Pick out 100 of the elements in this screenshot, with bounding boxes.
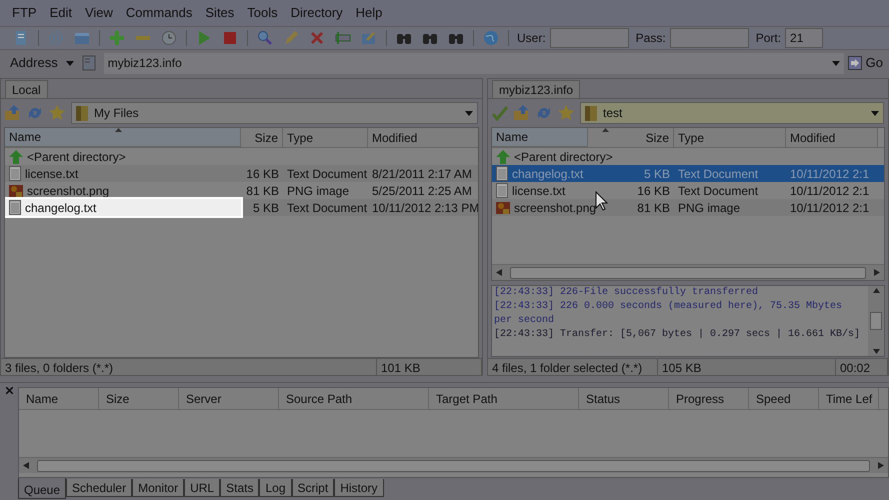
clock-icon[interactable] xyxy=(161,30,177,46)
server-icon xyxy=(82,55,96,71)
file-row[interactable]: <Parent directory> xyxy=(492,148,884,165)
dropdown-arrow-icon[interactable] xyxy=(871,110,879,116)
plus-icon[interactable] xyxy=(109,30,125,46)
file-row[interactable]: screenshot.png 81 KB PNG image 10/11/2012 2:1 xyxy=(492,199,884,216)
column-header[interactable]: Target Path xyxy=(429,388,579,409)
file-size: 81 KB xyxy=(246,182,279,200)
dropdown-arrow-icon[interactable] xyxy=(66,60,74,66)
scroll-left-icon[interactable] xyxy=(23,462,29,469)
user-field[interactable] xyxy=(550,28,629,48)
column-header[interactable]: Type xyxy=(674,128,786,147)
file-type: Text Document xyxy=(286,166,368,182)
scroll-thumb[interactable] xyxy=(37,460,870,472)
file-row[interactable]: changelog.txt 5 KB Text Document 10/11/2012 2:1 xyxy=(492,165,884,182)
globe-icon[interactable] xyxy=(483,30,499,46)
log-line: [22:43:33] Transfer: [5,067 bytes | 0.297 secs | 16.661 KB/s] xyxy=(494,328,862,342)
file-type: Text Document xyxy=(677,166,760,182)
folder-up-icon[interactable] xyxy=(5,105,21,121)
folder-edit-icon[interactable] xyxy=(361,30,377,46)
bottom-tab[interactable]: History xyxy=(334,479,384,497)
delete-icon[interactable] xyxy=(309,30,325,46)
dropdown-arrow-icon[interactable] xyxy=(832,60,840,66)
file-row[interactable]: license.txt 16 KB Text Document 10/11/2012 2:1 xyxy=(492,182,884,199)
file-name: <Parent directory> xyxy=(27,148,126,166)
address-field[interactable]: mybiz123.info xyxy=(104,52,844,74)
file-row[interactable]: license.txt 16 KB Text Document 8/21/2011 2:17 AM xyxy=(5,165,478,182)
column-header[interactable]: Modified xyxy=(368,128,478,147)
scroll-down-icon[interactable] xyxy=(872,349,880,354)
file-row[interactable]: screenshot.png 81 KB PNG image 5/25/2011 2:25 AM xyxy=(5,182,478,199)
bottom-tab[interactable]: Stats xyxy=(220,479,260,497)
vertical-scrollbar[interactable] xyxy=(868,286,884,356)
close-icon[interactable] xyxy=(6,387,12,394)
scroll-right-icon[interactable] xyxy=(878,462,884,469)
pencil-icon[interactable] xyxy=(283,30,299,46)
pane-tab[interactable]: mybiz123.info xyxy=(492,80,580,98)
search-icon[interactable] xyxy=(257,30,273,46)
column-header[interactable]: Progress xyxy=(669,388,749,409)
star-icon[interactable] xyxy=(49,105,65,121)
folder-icon[interactable] xyxy=(74,30,90,46)
bottom-tab[interactable]: Log xyxy=(259,479,292,497)
bottom-tab[interactable]: URL xyxy=(184,479,220,497)
column-header[interactable]: Size xyxy=(99,388,179,409)
bottom-tab[interactable]: Queue xyxy=(18,478,66,499)
menu-item[interactable]: Directory xyxy=(290,3,343,23)
column-header[interactable]: Size xyxy=(588,128,674,147)
notebook-icon[interactable] xyxy=(13,30,29,46)
dropdown-arrow-icon[interactable] xyxy=(465,110,473,116)
file-row[interactable]: changelog.txt 5 KB Text Document 10/11/2012 2:13 PM xyxy=(5,199,478,216)
column-header[interactable]: Status xyxy=(579,388,669,409)
bottom-tab[interactable]: Monitor xyxy=(132,479,184,497)
refresh-icon[interactable] xyxy=(536,105,552,121)
password-field[interactable] xyxy=(670,28,749,48)
file-modified: 8/21/2011 2:17 AM xyxy=(371,166,473,182)
column-header[interactable]: Modified xyxy=(786,128,878,147)
text-file-icon xyxy=(496,166,508,181)
horizontal-scrollbar[interactable] xyxy=(19,457,888,473)
up-arrow-icon xyxy=(496,150,510,164)
scroll-up-icon[interactable] xyxy=(872,288,880,293)
bottom-tab[interactable]: Script xyxy=(292,479,334,497)
file-type: PNG image xyxy=(286,182,350,200)
column-header[interactable]: Name xyxy=(5,128,241,147)
menu-item[interactable]: FTP xyxy=(12,3,37,23)
column-header[interactable]: Time Lef xyxy=(819,388,879,409)
checkmark-icon[interactable] xyxy=(492,105,508,121)
column-header[interactable]: Speed xyxy=(749,388,819,409)
file-size: 5 KB xyxy=(252,200,279,216)
menu-item[interactable]: Edit xyxy=(50,3,72,23)
menu-item[interactable]: Tools xyxy=(247,3,278,23)
path-dropdown[interactable]: My Files xyxy=(71,102,478,124)
path-dropdown[interactable]: test xyxy=(580,102,884,124)
menu-item[interactable]: View xyxy=(84,3,113,23)
pane-tab[interactable]: Local xyxy=(5,80,48,98)
text-file-icon xyxy=(9,166,21,181)
go-button[interactable]: Go xyxy=(866,53,883,73)
menu-item[interactable]: Help xyxy=(356,3,382,23)
scroll-thumb[interactable] xyxy=(510,266,866,278)
menu-item[interactable]: Commands xyxy=(126,3,192,23)
menu-item[interactable]: Sites xyxy=(205,3,234,23)
port-field[interactable]: 21 xyxy=(785,28,824,48)
refresh-icon[interactable] xyxy=(27,105,43,121)
scroll-right-icon[interactable] xyxy=(874,269,880,276)
column-header[interactable]: Server xyxy=(179,388,279,409)
folder-up-icon[interactable] xyxy=(514,105,530,121)
column-header[interactable]: Type xyxy=(283,128,368,147)
scroll-thumb[interactable] xyxy=(870,312,882,330)
bottom-tab[interactable]: Scheduler xyxy=(66,479,132,497)
column-header[interactable]: Size xyxy=(241,128,283,147)
star-icon[interactable] xyxy=(558,105,574,121)
address-label[interactable]: Address xyxy=(6,53,62,73)
go-arrow-icon[interactable] xyxy=(848,56,862,70)
file-row[interactable]: <Parent directory> xyxy=(5,148,478,165)
file-size: 16 KB xyxy=(637,182,670,200)
column-header[interactable]: Source Path xyxy=(279,388,429,409)
column-header[interactable]: Name xyxy=(19,388,99,409)
stop-icon[interactable] xyxy=(222,30,238,46)
scroll-left-icon[interactable] xyxy=(496,269,502,276)
file-name: changelog.txt xyxy=(25,200,96,216)
rename-icon[interactable] xyxy=(335,30,351,46)
horizontal-scrollbar[interactable] xyxy=(492,264,884,280)
